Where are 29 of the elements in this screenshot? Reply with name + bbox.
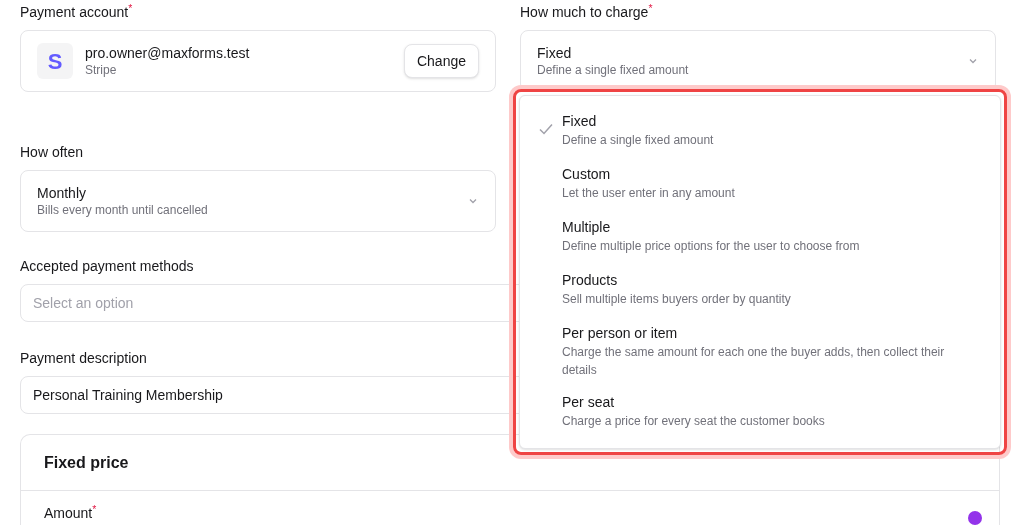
- dropdown-option[interactable]: Fixed Define a single fixed amount: [520, 105, 1000, 159]
- field-label: Accepted payment methods: [20, 257, 194, 276]
- option-description: Define a single fixed amount: [562, 132, 715, 149]
- account-email: pro.owner@maxforms.test: [85, 44, 251, 62]
- field-label: How much to charge$^{*}$: [520, 2, 653, 22]
- frequency-select[interactable]: Monthly Bills every month until cancelled: [20, 170, 496, 232]
- field-label: Payment account$^{*}$: [20, 2, 133, 22]
- field-label: How often: [20, 143, 84, 162]
- option-title: Fixed: [562, 112, 598, 131]
- option-description: Let the user enter in any amount: [562, 185, 736, 203]
- card-title: Fixed price: [44, 452, 129, 473]
- select-value: Fixed: [537, 44, 573, 62]
- select-description: Bills every month until cancelled: [37, 202, 209, 218]
- option-title: Per seat: [562, 392, 616, 412]
- option-title: Per person or item: [562, 324, 679, 344]
- stripe-logo-icon: S: [37, 43, 73, 79]
- provider-name: Stripe: [85, 62, 118, 78]
- option-description: Charge a price for every seat the customer books: [562, 412, 826, 430]
- dropdown-option[interactable]: Custom Let the user enter in any amount: [520, 158, 1000, 212]
- field-label: Payment description: [20, 349, 147, 368]
- select-value: Monthly: [37, 184, 88, 202]
- change-button[interactable]: Change: [403, 44, 479, 78]
- option-description: Sell multiple items buyers order by quantity: [562, 291, 792, 309]
- option-description: Define multiple price options for the user to choose from: [562, 238, 861, 256]
- select-description: Define a single fixed amount: [537, 62, 690, 78]
- option-title: Multiple: [562, 218, 612, 238]
- dropdown-option[interactable]: Multiple Define multiple price options for the user to choose from: [520, 211, 1000, 265]
- option-title: Custom: [562, 165, 612, 185]
- field-label: Amount$^{*}$: [44, 505, 97, 521]
